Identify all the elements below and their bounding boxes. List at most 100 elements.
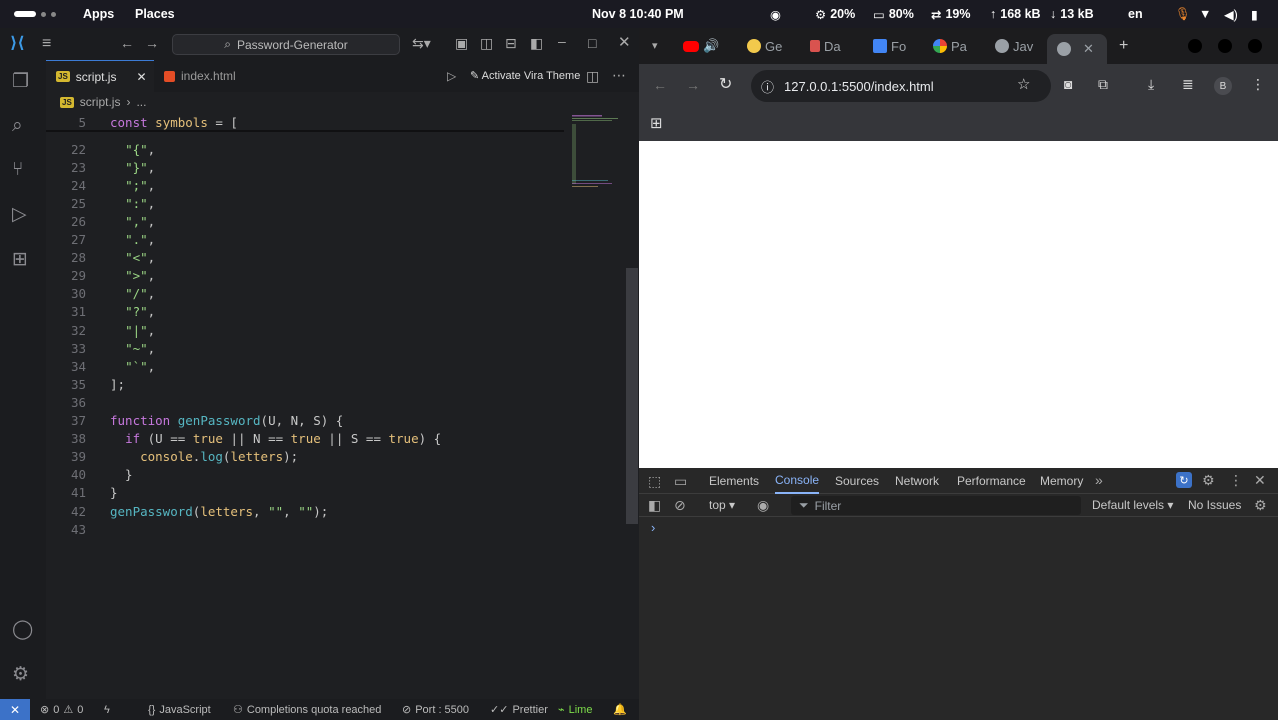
issues-counter[interactable]: No Issues <box>1188 498 1241 512</box>
bookmark-star-icon[interactable]: ☆ <box>1017 77 1030 92</box>
tab-memory[interactable]: Memory <box>1040 468 1083 494</box>
keyboard-language[interactable]: en <box>1128 0 1143 28</box>
code-line[interactable]: 33 "~", <box>46 339 155 357</box>
devtools-settings-gear-icon[interactable]: ⚙ <box>1202 473 1215 487</box>
console-settings-gear-icon[interactable]: ⚙ <box>1254 498 1267 512</box>
rendering-badge-icon[interactable]: ↻ <box>1176 472 1192 488</box>
apps-grid-icon[interactable]: ⊞ <box>650 116 663 131</box>
web-page-content[interactable] <box>639 141 1278 468</box>
language-mode[interactable]: {} JavaScript <box>148 699 211 720</box>
console-filter-input[interactable]: ⏷ Filter <box>791 496 1081 515</box>
code-editor[interactable]: 22 "{", 23 "}", 24 ";", 25 ":", 26 ",", 27 ".… <box>46 112 626 702</box>
tab-elements[interactable]: Elements <box>709 468 759 494</box>
screen-record-icon[interactable]: ◉ <box>770 0 781 28</box>
lime-status[interactable]: ⌁ Lime <box>558 699 592 720</box>
problems-indicator[interactable]: ⊗ 0 ⚠ 0 <box>40 699 83 720</box>
back-arrow-icon[interactable]: ← <box>653 78 667 92</box>
code-line[interactable]: 24 ";", <box>46 176 155 194</box>
code-line[interactable]: 35]; <box>46 375 125 393</box>
copilot-icon[interactable]: ⇆▾ <box>412 36 431 50</box>
code-line[interactable]: 30 "/", <box>46 285 155 303</box>
apps-menu[interactable]: Apps <box>83 0 114 28</box>
window-dot-icon[interactable] <box>1218 39 1232 53</box>
battery-icon[interactable]: ▮ <box>1251 0 1258 28</box>
reload-icon[interactable]: ↻ <box>719 77 732 93</box>
log-levels-dropdown[interactable]: Default levels ▾ <box>1092 498 1173 512</box>
more-tabs-chevron-icon[interactable]: » <box>1095 473 1103 487</box>
extensions-puzzle-icon[interactable]: ⧉ <box>1098 77 1108 91</box>
screenshot-camera-icon[interactable]: ◙ <box>1064 77 1072 91</box>
notifications-bell-icon[interactable]: 🔔 <box>613 699 627 720</box>
close-window-icon[interactable]: ✕ <box>618 35 631 50</box>
code-line[interactable]: 23 "}", <box>46 158 155 176</box>
code-line[interactable]: 31 "?", <box>46 303 155 321</box>
toggle-secondary-sidebar-icon[interactable]: ◧ <box>530 36 543 50</box>
tab-4[interactable]: Pa <box>933 34 967 58</box>
tab-sources[interactable]: Sources <box>835 468 879 494</box>
more-actions-icon[interactable]: ⋯ <box>612 68 626 82</box>
console-prompt[interactable]: › <box>651 520 655 535</box>
volume-icon[interactable]: ◀) <box>1224 0 1238 28</box>
site-info-icon[interactable]: ⓘ <box>761 77 774 96</box>
tab-search-chevron-icon[interactable]: ▾ <box>652 41 658 52</box>
clear-console-icon[interactable]: ⊘ <box>674 498 686 512</box>
new-tab-plus-icon[interactable]: + <box>1119 38 1128 54</box>
close-tab-icon[interactable]: ✕ <box>136 70 146 84</box>
command-center-search[interactable]: ⌕ Password-Generator <box>172 34 400 55</box>
minimize-icon[interactable]: – <box>558 34 566 48</box>
breadcrumb-symbol[interactable]: ... <box>136 95 146 109</box>
code-line[interactable]: 25 ":", <box>46 194 155 212</box>
close-devtools-icon[interactable]: ✕ <box>1254 473 1266 487</box>
activate-theme-button[interactable]: ✎ Activate Vira Theme <box>470 69 580 82</box>
copilot-status[interactable]: ⚇ Completions quota reached <box>233 699 381 720</box>
tab-index-html[interactable]: index.html <box>154 60 246 92</box>
code-line[interactable]: 39 console.log(letters); <box>46 448 298 466</box>
address-bar[interactable]: ⓘ 127.0.0.1:5500/index.html <box>751 70 1051 102</box>
tab-3[interactable]: Fo <box>873 34 906 58</box>
datetime[interactable]: Nov 8 10:40 PM <box>592 0 684 28</box>
hamburger-menu-icon[interactable]: ≡ <box>42 36 51 52</box>
places-menu[interactable]: Places <box>135 0 175 28</box>
code-line[interactable]: 29 ">", <box>46 267 155 285</box>
code-line[interactable]: 42 genPassword(letters, "", ""); <box>46 502 328 520</box>
tab-console[interactable]: Console <box>775 468 820 494</box>
editor-scrollbar[interactable] <box>626 268 638 524</box>
extensions-icon[interactable]: ⊞ <box>12 250 28 269</box>
tab-script-js[interactable]: JS script.js ✕ <box>46 60 154 92</box>
back-arrow-icon[interactable]: ← <box>120 36 134 50</box>
run-debug-icon[interactable]: ▷ <box>12 205 27 224</box>
window-dot-icon[interactable] <box>1188 39 1202 53</box>
code-line[interactable]: 37 function genPassword(U, N, S) { <box>46 412 343 430</box>
code-line[interactable]: 43 <box>46 520 110 538</box>
run-icon[interactable]: ▷ <box>447 70 456 82</box>
source-control-icon[interactable]: ⑂ <box>12 160 23 179</box>
context-selector[interactable]: top ▾ <box>709 498 735 512</box>
forward-arrow-icon[interactable]: → <box>145 36 159 50</box>
code-line[interactable]: 22 "{", <box>46 140 155 158</box>
toggle-panel-icon[interactable]: ⊟ <box>505 36 517 50</box>
minimap[interactable] <box>570 114 622 194</box>
account-icon[interactable]: ◯ <box>12 620 33 639</box>
code-line[interactable]: 40 } <box>46 466 133 484</box>
inspect-element-icon[interactable]: ⬚ <box>648 474 661 488</box>
microphone-icon[interactable]: 🎙 <box>1175 0 1191 28</box>
code-line[interactable]: 36 <box>46 393 110 411</box>
live-share-icon[interactable]: ϟ <box>104 699 110 720</box>
code-line[interactable]: 28 "<", <box>46 249 155 267</box>
wifi-icon[interactable]: ▼ <box>1199 0 1211 28</box>
breadcrumb-file[interactable]: script.js <box>80 95 121 109</box>
explorer-icon[interactable]: ❐ <box>12 72 29 91</box>
live-server-port[interactable]: ⊘ Port : 5500 <box>402 699 469 720</box>
settings-gear-icon[interactable]: ⚙ <box>12 665 29 684</box>
prettier-status[interactable]: ✓✓ Prettier <box>490 699 548 720</box>
live-expression-eye-icon[interactable]: ◉ <box>757 498 769 512</box>
tab-active[interactable]: ✕ <box>1047 34 1107 64</box>
toggle-layout-icon[interactable]: ▣ <box>455 36 468 50</box>
remote-indicator-icon[interactable]: ✕ <box>0 699 30 720</box>
code-line[interactable]: 34 "`", <box>46 357 155 375</box>
chrome-menu-icon[interactable]: ⋮ <box>1251 77 1265 91</box>
tab-5[interactable]: Jav <box>995 34 1033 58</box>
code-line[interactable]: 38 if (U == true || N == true || S == tr… <box>46 430 441 448</box>
code-line[interactable]: 32 "|", <box>46 321 155 339</box>
close-tab-icon[interactable]: ✕ <box>1083 41 1094 57</box>
